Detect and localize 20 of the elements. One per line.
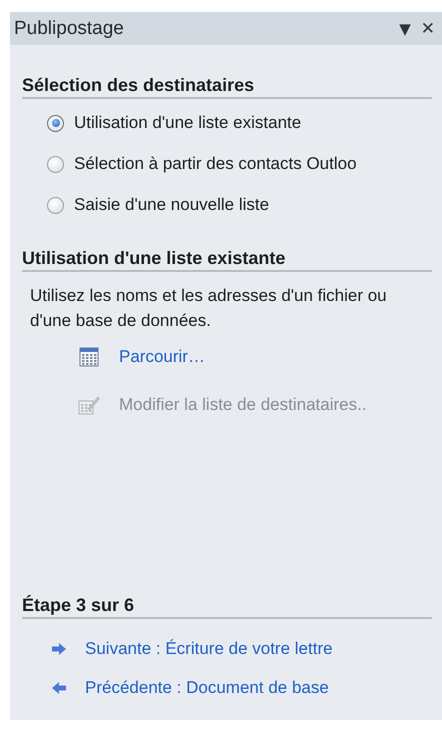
- left-arrow-icon: [52, 682, 66, 694]
- step-link[interactable]: Précédente : Document de base: [85, 678, 329, 698]
- action-link[interactable]: Parcourir…: [119, 347, 205, 367]
- radio-option[interactable]: Sélection à partir des contacts Outloo: [47, 154, 442, 174]
- right-arrow-icon: [52, 643, 66, 655]
- radio-option[interactable]: Utilisation d'une liste existante: [47, 113, 442, 133]
- radio-button[interactable]: [47, 156, 64, 172]
- section-heading: Utilisation d'une liste existante: [22, 248, 432, 272]
- radio-option[interactable]: Saisie d'une nouvelle liste: [47, 195, 442, 215]
- section-heading: Sélection des destinataires: [22, 75, 432, 99]
- description-text: Utilisez les noms et les adresses d'un fichier ou d'une base de données.: [30, 285, 388, 332]
- close-button[interactable]: ✕: [416, 18, 440, 38]
- table-icon: [78, 347, 100, 367]
- pane-menu-button[interactable]: ▼: [394, 20, 416, 38]
- radio-button[interactable]: [47, 114, 64, 132]
- radio-button[interactable]: [47, 196, 64, 214]
- edit-table-icon: [78, 395, 100, 415]
- step-link[interactable]: Suivante : Écriture de votre lettre: [85, 639, 333, 659]
- pane-title: Publipostage: [14, 18, 125, 40]
- section-heading: Étape 3 sur 6: [22, 595, 432, 619]
